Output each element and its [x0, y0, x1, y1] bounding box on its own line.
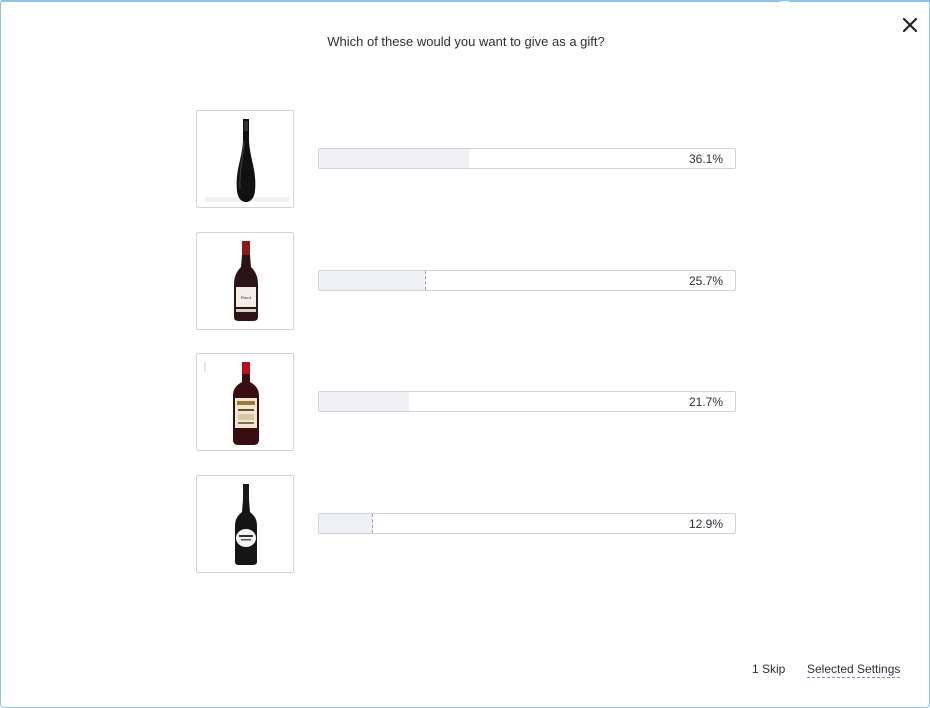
poll-option[interactable]: Pinot 25.7%	[196, 232, 736, 330]
top-accent-left	[1, 0, 781, 2]
poll-option[interactable]: 21.7%	[196, 353, 736, 451]
svg-text:Pinot: Pinot	[241, 295, 252, 300]
option-image-dark-bottle[interactable]	[196, 475, 294, 573]
percent-label: 21.7%	[688, 395, 723, 409]
percent-label: 25.7%	[688, 274, 723, 288]
option-image-bordeaux-bottle[interactable]	[196, 353, 294, 451]
skip-count-link[interactable]: 1 Skip	[752, 662, 785, 676]
top-accent-right	[789, 0, 930, 2]
percent-label: 36.1%	[688, 152, 723, 166]
poll-option[interactable]: 12.9%	[196, 475, 736, 573]
poll-option[interactable]: 36.1%	[196, 110, 736, 208]
result-bar-fill	[319, 271, 426, 290]
result-bar-fill	[319, 149, 470, 168]
close-icon[interactable]	[899, 14, 921, 36]
result-bar[interactable]: 25.7%	[318, 270, 736, 291]
percent-label: 12.9%	[688, 517, 723, 531]
selected-settings-link[interactable]: Selected Settings	[807, 662, 901, 678]
option-image-burgundy-bottle[interactable]: Pinot	[196, 232, 294, 330]
result-bar[interactable]: 12.9%	[318, 513, 736, 534]
result-bar-fill	[319, 392, 410, 411]
option-image-black-bottle[interactable]	[196, 110, 294, 208]
poll-dialog: Which of these would you want to give as…	[0, 0, 930, 708]
question-title: Which of these would you want to give as…	[327, 34, 605, 49]
result-bar-fill	[319, 514, 373, 533]
result-bar[interactable]: 36.1%	[318, 148, 736, 169]
result-bar[interactable]: 21.7%	[318, 391, 736, 412]
